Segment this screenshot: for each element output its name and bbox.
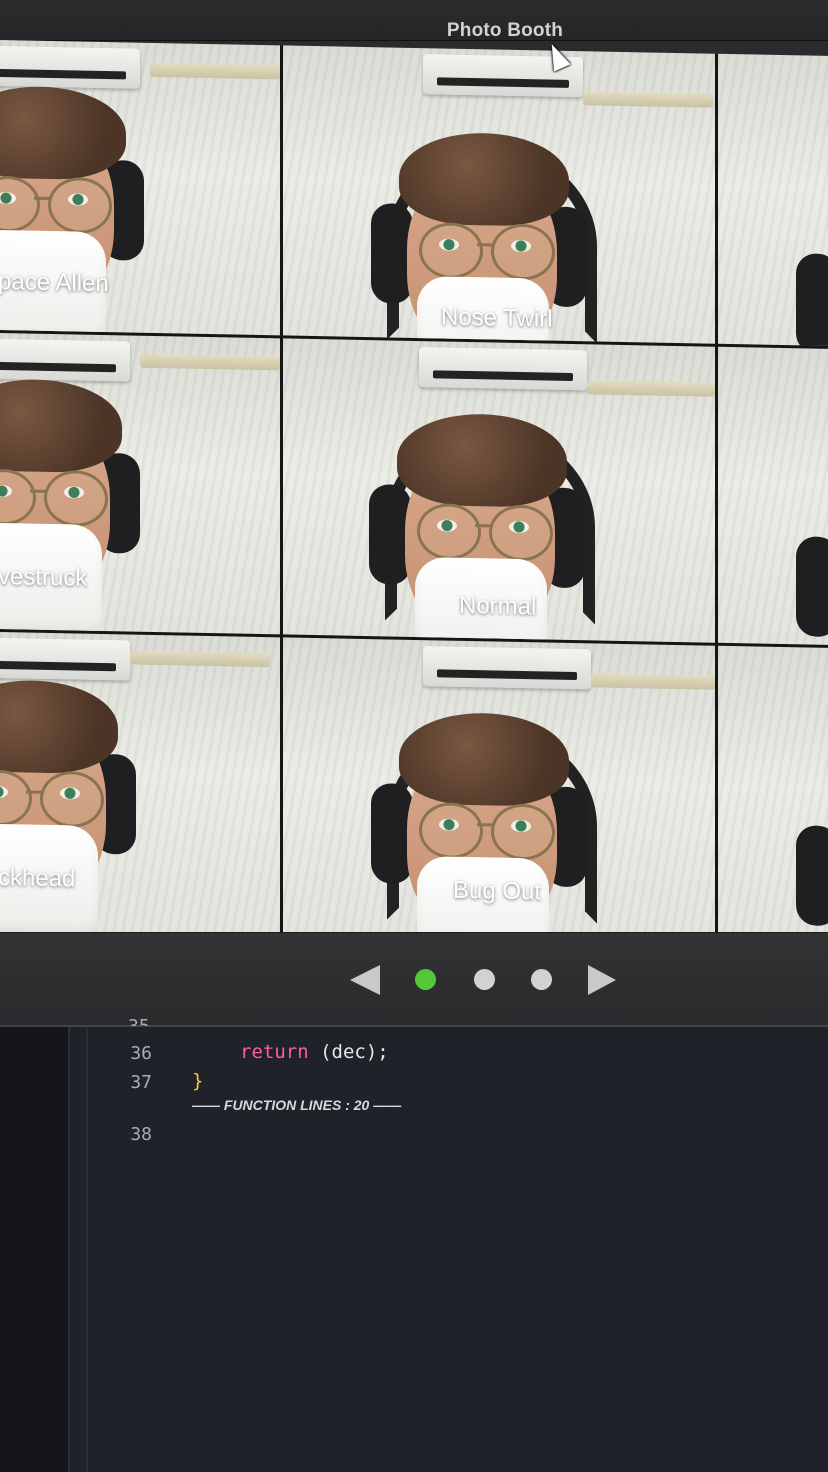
effect-tile[interactable]: Normal (283, 338, 715, 643)
next-page-arrow-icon[interactable] (588, 965, 616, 995)
effect-tile[interactable]: pace Allen (0, 40, 280, 336)
effects-grid: pace Allen Nose Twirl vestruck Normal ck… (0, 40, 828, 955)
person-preview (0, 672, 152, 937)
effect-label: Nose Twirl (441, 303, 553, 333)
window-title: Photo Booth (446, 20, 564, 41)
code-line[interactable]: return (dec); (240, 1041, 389, 1063)
effect-tile[interactable] (718, 645, 828, 955)
person-preview (363, 705, 603, 952)
page-dot-2[interactable] (474, 969, 495, 990)
effect-tile[interactable]: vestruck (0, 333, 280, 635)
code-text: (dec); (308, 1041, 389, 1063)
line-number: 36 (130, 1043, 152, 1064)
effect-label: Normal (459, 591, 537, 621)
page-dot-3[interactable] (531, 969, 552, 990)
line-number: 35 (128, 1016, 150, 1026)
person-preview (0, 371, 156, 635)
effect-tile[interactable]: ckhead (0, 632, 280, 944)
effect-tile[interactable] (718, 53, 828, 347)
person-preview (788, 458, 828, 645)
previous-page-arrow-icon[interactable] (350, 965, 380, 995)
page-dot-1[interactable] (415, 969, 436, 990)
photo-booth-window: Photo Booth pace Allen Nose Twirl vestru… (0, 0, 828, 1027)
editor-sidebar (0, 1027, 70, 1472)
line-number: 38 (130, 1124, 152, 1145)
code-editor[interactable] (0, 1027, 828, 1472)
person-preview (788, 175, 828, 347)
effect-label: pace Allen (0, 267, 109, 298)
title-bar[interactable]: Photo Booth (0, 0, 828, 41)
effects-pager-bar (0, 932, 828, 1025)
line-number: 37 (130, 1072, 152, 1093)
function-lines-annotation: —— FUNCTION LINES : 20 —— (192, 1097, 402, 1113)
effect-tile[interactable]: Nose Twirl (283, 45, 715, 344)
effect-label: Bug Out (453, 876, 542, 906)
effect-tile[interactable]: Bug Out (283, 637, 715, 952)
person-preview (788, 747, 828, 954)
effect-label: vestruck (0, 562, 88, 592)
code-brace[interactable]: } (192, 1070, 203, 1092)
effect-tile[interactable] (718, 346, 828, 646)
effect-label: ckhead (0, 863, 76, 893)
code-keyword: return (240, 1041, 309, 1063)
